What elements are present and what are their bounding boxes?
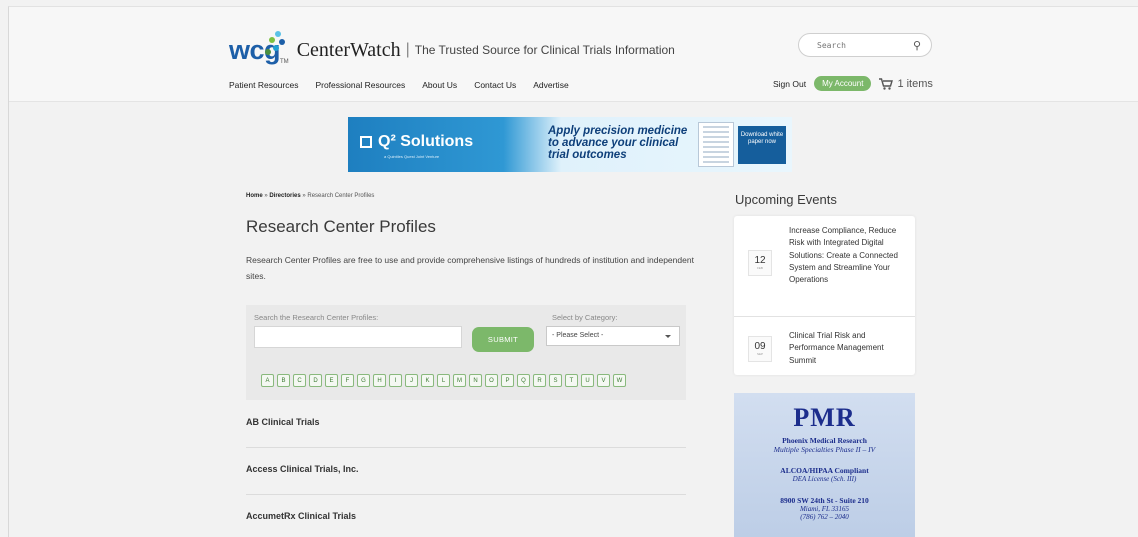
pmr-phone: (786) 762 – 2040 — [800, 513, 849, 521]
event-day: 12 — [754, 255, 766, 266]
event-month: FEB — [757, 266, 763, 270]
event-day: 09 — [754, 341, 766, 352]
breadcrumb-directories[interactable]: Directories — [269, 193, 300, 199]
breadcrumb-current: Research Center Profiles — [307, 193, 375, 199]
cart-link[interactable]: 1 items — [879, 77, 933, 90]
calendar-icon: 09 SEP — [748, 336, 772, 362]
letter-filter-j[interactable]: J — [405, 374, 418, 387]
letter-filter-i[interactable]: I — [389, 374, 402, 387]
pmr-address: 8900 SW 24th St - Suite 210 — [780, 496, 869, 505]
q2-logo-icon — [360, 136, 372, 148]
pmr-specialties: Multiple Specialties Phase II – IV — [773, 445, 876, 454]
ad-banner-q2[interactable]: Q² Solutions a Quintiles Quest Joint Ven… — [348, 117, 792, 172]
breadcrumb-home[interactable]: Home — [246, 193, 263, 199]
page-description: Research Center Profiles are free to use… — [246, 255, 694, 281]
search-input[interactable] — [817, 40, 897, 50]
chevron-down-icon — [665, 335, 671, 338]
nav-advertise[interactable]: Advertise — [533, 80, 568, 90]
category-select[interactable]: - Please Select - — [546, 326, 680, 346]
breadcrumb: Home » Directories » Research Center Pro… — [246, 193, 374, 199]
white-paper-thumbnail — [698, 122, 734, 167]
ad-pmr[interactable]: PMR Phoenix Medical Research Multiple Sp… — [734, 393, 915, 537]
letter-filter-o[interactable]: O — [485, 374, 498, 387]
profile-search-panel: Search the Research Center Profiles: SUB… — [246, 305, 686, 400]
cart-count: 1 items — [897, 77, 933, 90]
logo-separator: | — [405, 41, 410, 58]
letter-filter-t[interactable]: T — [565, 374, 578, 387]
letter-filter-g[interactable]: G — [357, 374, 370, 387]
site-header: wcg TM CenterWatch | The Trusted Source … — [9, 7, 1138, 102]
pmr-city: Miami, FL 33165 — [799, 505, 850, 513]
letter-filter-l[interactable]: L — [437, 374, 450, 387]
my-account-button[interactable]: My Account — [814, 76, 872, 91]
tagline: The Trusted Source for Clinical Trials I… — [414, 43, 675, 57]
letter-filter-h[interactable]: H — [373, 374, 386, 387]
event-month: SEP — [756, 352, 763, 356]
trademark-mark: TM — [280, 59, 289, 65]
letter-filter-d[interactable]: D — [309, 374, 322, 387]
submit-button[interactable]: SUBMIT — [472, 327, 534, 352]
pmr-compliance: ALCOA/HIPAA Compliant — [780, 466, 869, 475]
download-whitepaper-button[interactable]: Download white paper now — [738, 126, 786, 164]
list-item[interactable]: AccumetRx Clinical Trials — [246, 495, 686, 537]
sign-out-link[interactable]: Sign Out — [773, 79, 806, 89]
letter-filter-r[interactable]: R — [533, 374, 546, 387]
search-label: Search the Research Center Profiles: — [254, 313, 379, 322]
letter-filter-n[interactable]: N — [469, 374, 482, 387]
q2-brand: Q² Solutions — [360, 133, 473, 151]
account-bar: Sign Out My Account 1 items — [773, 76, 933, 91]
letter-filter-k[interactable]: K — [421, 374, 434, 387]
letter-filter-m[interactable]: M — [453, 374, 466, 387]
letter-filter-v[interactable]: V — [597, 374, 610, 387]
wcg-logo: wcg — [229, 31, 285, 65]
category-label: Select by Category: — [552, 313, 618, 322]
page-title: Research Center Profiles — [246, 217, 436, 236]
event-item[interactable]: 09 SEP Clinical Trial Risk and Performan… — [734, 316, 915, 375]
event-title[interactable]: Clinical Trial Risk and Performance Mana… — [789, 330, 911, 367]
letter-filter-u[interactable]: U — [581, 374, 594, 387]
letter-filter-a[interactable]: A — [261, 374, 274, 387]
letter-filter-c[interactable]: C — [293, 374, 306, 387]
browser-viewport: wcg TM CenterWatch | The Trusted Source … — [8, 6, 1138, 537]
q2-brand-text: Q² Solutions — [378, 133, 474, 150]
nav-professional-resources[interactable]: Professional Resources — [315, 80, 405, 90]
pmr-logo: PMR — [793, 403, 856, 432]
search-icon[interactable]: ⚲ — [913, 39, 921, 52]
nav-patient-resources[interactable]: Patient Resources — [229, 80, 298, 90]
category-selected-value: - Please Select - — [552, 332, 604, 339]
site-search: ⚲ — [798, 33, 932, 57]
letter-filter-p[interactable]: P — [501, 374, 514, 387]
calendar-icon: 12 FEB — [748, 250, 772, 276]
logo-dots-icon — [265, 31, 289, 57]
profile-search-input[interactable] — [254, 326, 462, 348]
letter-filter-b[interactable]: B — [277, 374, 290, 387]
banner-message: Apply precision medicine to advance your… — [548, 125, 688, 161]
event-item[interactable]: 12 FEB Increase Compliance, Reduce Risk … — [734, 216, 915, 316]
events-card: 12 FEB Increase Compliance, Reduce Risk … — [734, 216, 915, 375]
alphabet-filter: ABCDEFGHIJKLMNOPQRSTUVW — [261, 374, 626, 387]
letter-filter-q[interactable]: Q — [517, 374, 530, 387]
main-nav: Patient Resources Professional Resources… — [229, 80, 569, 90]
q2-brand-sub: a Quintiles Quest Joint Venture — [384, 154, 440, 159]
letter-filter-e[interactable]: E — [325, 374, 338, 387]
site-logo[interactable]: wcg TM CenterWatch | The Trusted Source … — [229, 17, 675, 65]
centerwatch-text: CenterWatch — [296, 39, 401, 61]
results-list: AB Clinical Trials Access Clinical Trials… — [246, 401, 686, 537]
letter-filter-w[interactable]: W — [613, 374, 626, 387]
pmr-name: Phoenix Medical Research — [782, 436, 867, 445]
upcoming-events-title: Upcoming Events — [735, 192, 837, 207]
cart-icon — [879, 77, 894, 90]
list-item[interactable]: AB Clinical Trials — [246, 401, 686, 448]
nav-about-us[interactable]: About Us — [422, 80, 457, 90]
letter-filter-f[interactable]: F — [341, 374, 354, 387]
list-item[interactable]: Access Clinical Trials, Inc. — [246, 448, 686, 495]
letter-filter-s[interactable]: S — [549, 374, 562, 387]
pmr-license: DEA License (Sch. III) — [792, 475, 857, 483]
event-title[interactable]: Increase Compliance, Reduce Risk with In… — [789, 225, 911, 286]
nav-contact-us[interactable]: Contact Us — [474, 80, 516, 90]
